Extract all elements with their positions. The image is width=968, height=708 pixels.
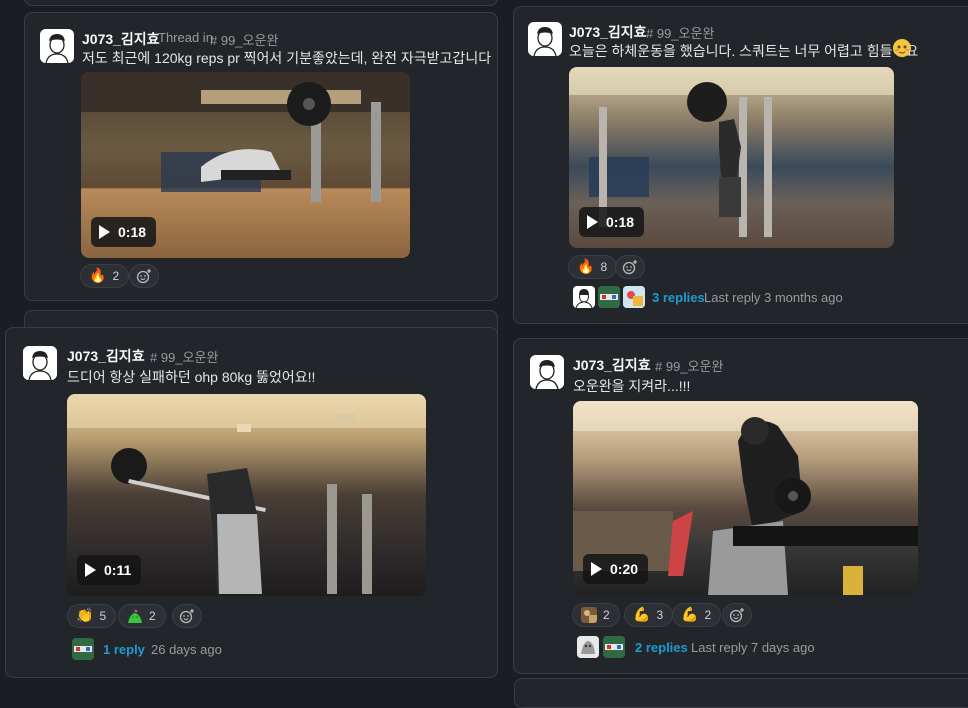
add-reaction-icon xyxy=(622,260,637,275)
reaction-count: 3 xyxy=(656,608,664,622)
username[interactable]: J073_김지효 xyxy=(569,22,647,42)
reaction-count: 5 xyxy=(99,609,107,623)
avatar[interactable] xyxy=(528,22,562,56)
play-icon xyxy=(591,562,602,576)
party-blob-emoji-icon xyxy=(127,608,143,624)
card-fragment xyxy=(514,678,968,708)
flexed-biceps-emoji-icon: 💪 xyxy=(681,607,699,623)
video-player[interactable]: 0:18 xyxy=(569,67,894,248)
reaction-count: 2 xyxy=(149,609,156,623)
fire-emoji-icon: 🔥 xyxy=(89,268,107,284)
channel-link[interactable]: # 99_오운완 xyxy=(646,23,714,42)
video-duration: 0:11 xyxy=(104,562,132,578)
avatar[interactable] xyxy=(40,29,74,63)
video-player[interactable]: 0:11 xyxy=(67,394,426,596)
reaction-count: 2 xyxy=(704,608,712,622)
reaction-custom-photo[interactable]: 2 xyxy=(572,603,620,627)
play-icon xyxy=(85,563,96,577)
play-icon xyxy=(99,225,110,239)
username[interactable]: J073_김지효 xyxy=(573,355,651,375)
last-reply-text: Last reply 3 months ago xyxy=(704,290,843,305)
thread-label: Thread in xyxy=(158,30,213,45)
video-duration: 0:18 xyxy=(118,224,147,240)
channel-link[interactable]: # 99_오운완 xyxy=(150,347,218,366)
video-player[interactable]: 0:18 xyxy=(81,72,410,258)
message-text: 드디어 항상 실패하던 ohp 80kg 뚫었어요!! xyxy=(67,369,316,385)
play-button[interactable]: 0:18 xyxy=(91,217,157,247)
flexed-biceps-emoji-icon: 💪 xyxy=(633,607,651,623)
reaction-clap[interactable]: 👏 5 xyxy=(67,604,117,628)
username[interactable]: J073_김지효 xyxy=(82,29,160,49)
add-reaction-button[interactable] xyxy=(722,603,752,627)
fire-emoji-icon: 🔥 xyxy=(577,259,595,275)
reaction-count: 2 xyxy=(112,269,120,283)
reply-avatar[interactable] xyxy=(577,636,599,658)
reply-avatar[interactable] xyxy=(598,286,620,308)
avatar[interactable] xyxy=(23,346,57,380)
channel-link[interactable]: # 99_오운완 xyxy=(655,356,723,375)
add-reaction-button[interactable] xyxy=(129,264,159,288)
message-text: 오늘은 하체운동을 했습니다. 스쿼트는 너무 어렵고 힘들어요 xyxy=(569,43,919,59)
play-button[interactable]: 0:18 xyxy=(579,207,645,237)
video-duration: 0:18 xyxy=(606,214,635,230)
video-player[interactable]: 0:20 xyxy=(573,401,918,595)
username[interactable]: J073_김지효 xyxy=(67,346,145,366)
play-icon xyxy=(587,215,598,229)
play-button[interactable]: 0:11 xyxy=(77,555,142,585)
last-reply-text: Last reply 7 days ago xyxy=(691,640,815,655)
avatar[interactable] xyxy=(530,355,564,389)
blush-emoji-icon xyxy=(893,39,911,57)
message-card[interactable]: J073_김지효 # 99_오운완 오운완을 지켜라...!!! 0:20 2 … xyxy=(513,338,968,674)
custom-photo-emoji-icon xyxy=(581,607,597,623)
reaction-party-blob[interactable]: 2 xyxy=(118,604,166,628)
play-button[interactable]: 0:20 xyxy=(583,554,649,584)
message-text: 저도 최근에 120kg reps pr 찍어서 기분좋았는데, 완전 자극받고… xyxy=(82,50,492,66)
add-reaction-icon xyxy=(136,269,151,284)
message-card[interactable]: J073_김지효 # 99_오운완 드디어 항상 실패하던 ohp 80kg 뚫… xyxy=(5,327,498,678)
channel-link[interactable]: # 99_오운완 xyxy=(210,30,278,49)
add-reaction-button[interactable] xyxy=(172,604,202,628)
message-card[interactable]: J073_김지효 # 99_오운완 오늘은 하체운동을 했습니다. 스쿼트는 너… xyxy=(513,6,968,324)
replies-link[interactable]: 3 replies xyxy=(652,290,705,305)
add-reaction-button[interactable] xyxy=(615,255,645,279)
reply-avatar[interactable] xyxy=(573,286,595,308)
message-card[interactable]: J073_김지효 Thread in # 99_오운완 저도 최근에 120kg… xyxy=(24,12,498,301)
message-text: 오운완을 지켜라...!!! xyxy=(573,378,691,394)
reaction-biceps[interactable]: 💪 2 xyxy=(672,603,722,627)
add-reaction-icon xyxy=(729,608,744,623)
reaction-fire[interactable]: 🔥 8 xyxy=(568,255,618,279)
reaction-count: 8 xyxy=(600,260,608,274)
clap-emoji-icon: 👏 xyxy=(76,608,94,624)
last-reply-text: 26 days ago xyxy=(151,642,222,657)
replies-link[interactable]: 1 reply xyxy=(103,642,145,657)
replies-link[interactable]: 2 replies xyxy=(635,640,688,655)
video-duration: 0:20 xyxy=(610,561,639,577)
reaction-biceps[interactable]: 💪 3 xyxy=(624,603,674,627)
reply-avatar[interactable] xyxy=(623,286,645,308)
reply-avatar[interactable] xyxy=(72,638,94,660)
reply-avatar[interactable] xyxy=(603,636,625,658)
reaction-fire[interactable]: 🔥 2 xyxy=(80,264,130,288)
add-reaction-icon xyxy=(179,609,194,624)
card-fragment xyxy=(24,0,498,6)
reaction-count: 2 xyxy=(603,608,610,622)
